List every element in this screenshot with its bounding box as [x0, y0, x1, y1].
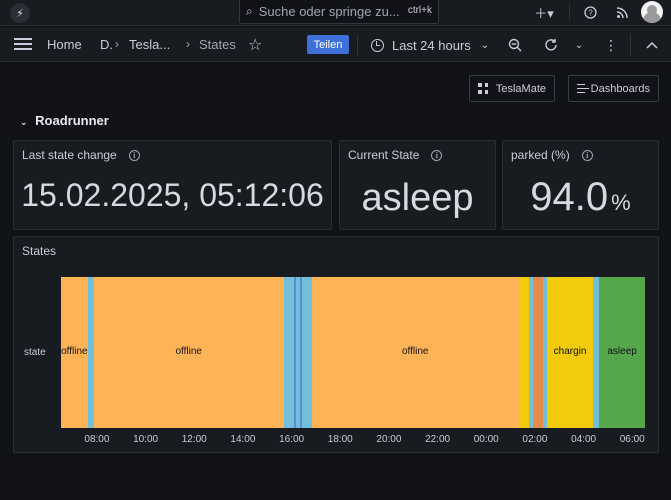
timeline-segment-label: offline: [61, 346, 88, 357]
stat-number: 94.0: [530, 175, 609, 219]
panel-title[interactable]: parked (%) i: [511, 148, 593, 162]
panel-title[interactable]: Current State i: [348, 148, 443, 162]
panel-title[interactable]: States: [22, 244, 56, 258]
dashboards-link-button[interactable]: Dashboards: [568, 75, 659, 102]
news-rss-icon[interactable]: [612, 2, 632, 22]
stat-value: asleep: [361, 177, 474, 219]
time-range-picker[interactable]: Last 24 hours ⌄: [371, 35, 489, 55]
zoom-out-icon[interactable]: [506, 35, 524, 55]
time-range-label: Last 24 hours: [392, 37, 471, 53]
star-icon[interactable]: ☆: [248, 35, 262, 55]
panel-title[interactable]: Last state change i: [22, 148, 140, 162]
chevron-down-icon: ⌄: [20, 117, 28, 127]
more-options-icon[interactable]: ⋮: [604, 35, 618, 55]
menu-icon[interactable]: [14, 38, 32, 50]
x-axis-tick-label: 06:00: [619, 434, 645, 445]
timeline-segment-online[interactable]: [301, 277, 313, 428]
row-header-roadrunner[interactable]: ⌄ Roadrunner: [20, 113, 109, 128]
bars-icon: [577, 84, 589, 93]
panel-last-state-change: Last state change i 15.02.2025, 05:12:06: [13, 140, 332, 230]
info-icon[interactable]: i: [128, 150, 140, 161]
stat-value: 15.02.2025, 05:12:06: [21, 177, 324, 213]
collapse-chevron-up-icon[interactable]: [643, 35, 661, 55]
x-axis-tick-label: 14:00: [230, 434, 256, 445]
x-axis-tick-label: 20:00: [376, 434, 402, 445]
timeline-segment-online[interactable]: [283, 277, 294, 428]
panel-title-text: parked (%): [511, 148, 570, 162]
add-new-icon[interactable]: ＋▾: [532, 2, 556, 22]
row-title: Roadrunner: [35, 113, 109, 128]
timeline-segment-label: offline: [175, 346, 202, 357]
x-axis-tick-label: 08:00: [84, 434, 110, 445]
x-axis-tick-label: 22:00: [425, 434, 451, 445]
top-bar: ⚡ ⌕ Suche oder springe zu... ctrl+k ＋▾ ?: [0, 0, 671, 26]
teslamate-link-label: TeslaMate: [495, 82, 546, 95]
breadcrumb-home[interactable]: Home: [47, 37, 82, 52]
search-placeholder: Suche oder springe zu...: [258, 4, 400, 19]
stat-unit: %: [611, 190, 631, 215]
x-axis-tick-label: 18:00: [327, 434, 353, 445]
x-axis-tick-label: 04:00: [571, 434, 597, 445]
search-shortcut: ctrl+k: [405, 4, 434, 17]
state-timeline-chart[interactable]: offlineofflineofflinecharginasleepofflin…: [61, 277, 645, 428]
timeline-segment-label: chargin: [553, 346, 587, 357]
refresh-icon[interactable]: [542, 35, 560, 55]
chevron-right-icon: ›: [115, 37, 119, 51]
info-icon[interactable]: i: [581, 150, 593, 161]
timeline-segment-updating[interactable]: [533, 277, 544, 428]
timeline-segment-label: asleep: [607, 346, 637, 357]
search-icon: ⌕: [246, 4, 253, 18]
x-axis-tick-label: 12:00: [181, 434, 207, 445]
help-icon[interactable]: ?: [580, 2, 600, 22]
divider: [630, 35, 631, 55]
breadcrumb-current-page: States: [199, 37, 236, 52]
clock-icon: [371, 38, 384, 52]
x-axis-tick-label: 02:00: [522, 434, 548, 445]
refresh-interval-chevron-icon[interactable]: ⌄: [572, 35, 586, 55]
breadcrumb-teslamate[interactable]: Tesla...: [129, 37, 170, 52]
info-icon[interactable]: i: [431, 150, 443, 161]
chevron-down-icon: ⌄: [480, 39, 490, 51]
panel-parked-percent: parked (%) i 94.0%: [502, 140, 659, 230]
divider: [569, 4, 570, 20]
timeline-segment-charging[interactable]: [518, 277, 529, 428]
apps-grid-icon: [478, 83, 488, 94]
stat-value: 94.0%: [503, 175, 658, 220]
breadcrumb-folder[interactable]: D.: [100, 37, 113, 52]
dashboard-nav-bar: Home D. › Tesla... › States ☆ Teilen Las…: [0, 27, 671, 62]
timeline-segment-label: offline: [401, 346, 429, 357]
panel-current-state: Current State i asleep: [339, 140, 496, 230]
teslamate-link-button[interactable]: TeslaMate: [469, 75, 555, 102]
x-axis-tick-label: 10:00: [133, 434, 159, 445]
chevron-right-icon: ›: [186, 37, 190, 51]
panel-title-text: Last state change: [22, 148, 117, 162]
user-avatar[interactable]: [641, 1, 663, 23]
search-box[interactable]: ⌕ Suche oder springe zu... ctrl+k: [239, 0, 439, 24]
dashboards-link-label: Dashboards: [590, 82, 650, 95]
y-axis-label: state: [24, 347, 46, 358]
svg-text:?: ?: [588, 8, 593, 17]
panel-title-text: Current State: [348, 148, 420, 162]
grafana-logo-icon[interactable]: ⚡: [10, 3, 30, 23]
divider: [357, 35, 358, 55]
x-axis-tick-label: 00:00: [473, 434, 499, 445]
x-axis-tick-label: 16:00: [279, 434, 305, 445]
share-button[interactable]: Teilen: [307, 35, 349, 54]
